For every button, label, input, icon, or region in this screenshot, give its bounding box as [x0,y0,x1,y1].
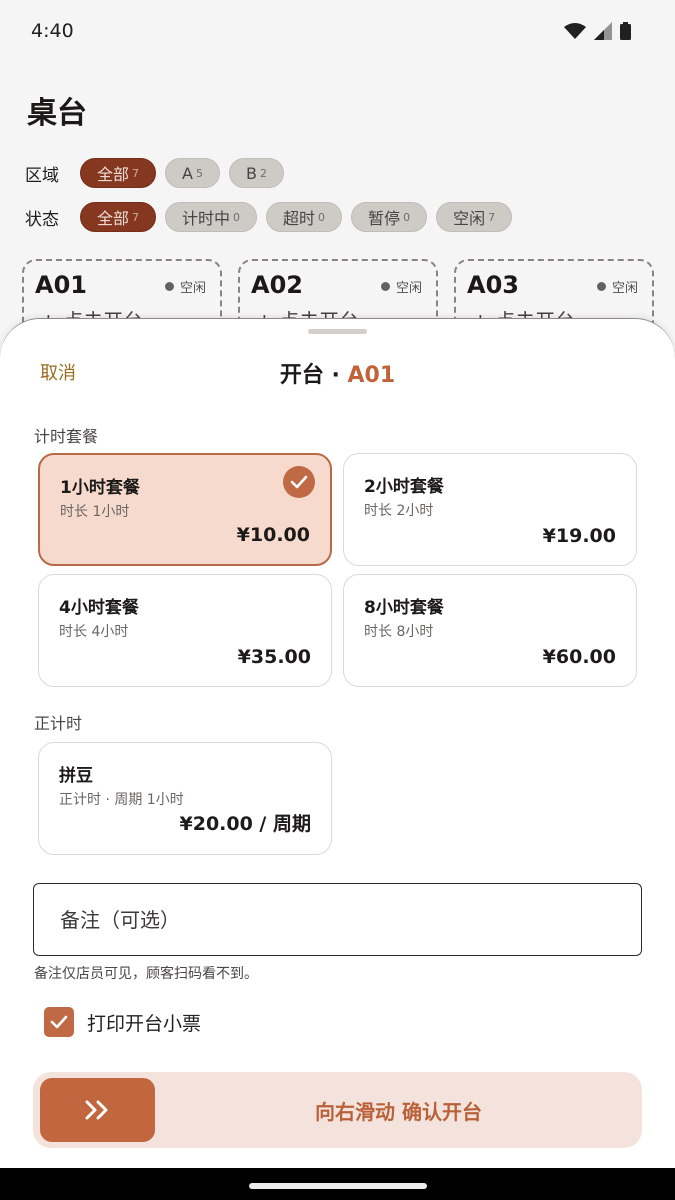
print-ticket-row[interactable]: 打印开台小票 [44,1007,201,1037]
package-name: 拼豆 [59,766,93,786]
package-card-1h[interactable]: 1小时套餐 时长 1小时 ¥10.00 [38,453,332,566]
package-name: 1小时套餐 [60,478,140,498]
slider-knob[interactable] [40,1078,155,1142]
system-nav-bar [0,1168,675,1200]
package-card-2h[interactable]: 2小时套餐 时长 2小时 ¥19.00 [343,453,637,566]
package-desc: 时长 1小时 [60,504,130,520]
print-ticket-checkbox[interactable] [44,1007,74,1037]
double-chevron-right-icon [85,1100,107,1120]
checkmark-icon [50,1015,68,1029]
open-table-sheet: 取消 开台 · A01 计时套餐 1小时套餐 时长 1小时 ¥10.00 2小时… [0,318,675,1170]
slider-label: 向右滑动 确认开台 [315,1100,482,1124]
print-ticket-label: 打印开台小票 [87,1012,202,1035]
package-name: 4小时套餐 [59,598,139,618]
sheet-title: 开台 · A01 [0,357,675,389]
count-up-section-label: 正计时 [34,714,83,733]
package-name: 2小时套餐 [364,477,444,497]
package-desc: 时长 8小时 [364,624,434,640]
package-name: 8小时套餐 [364,598,444,618]
sheet-title-prefix: 开台 · [279,363,348,388]
home-indicator[interactable] [249,1183,427,1189]
package-desc: 时长 4小时 [59,624,129,640]
package-price: ¥20.00 / 周期 [179,813,312,835]
sheet-table-id: A01 [347,363,396,388]
drag-handle[interactable] [308,329,367,334]
package-price: ¥35.00 [237,646,311,668]
note-input[interactable] [33,883,642,956]
package-price: ¥60.00 [542,646,616,668]
package-price: ¥10.00 [236,524,310,546]
selected-check-icon [283,466,315,498]
package-card-pindou[interactable]: 拼豆 正计时 · 周期 1小时 ¥20.00 / 周期 [38,742,332,855]
package-card-8h[interactable]: 8小时套餐 时长 8小时 ¥60.00 [343,574,637,687]
package-price: ¥19.00 [542,525,616,547]
slide-to-confirm[interactable]: 向右滑动 确认开台 [33,1072,642,1148]
timed-section-label: 计时套餐 [34,427,99,446]
package-card-4h[interactable]: 4小时套餐 时长 4小时 ¥35.00 [38,574,332,687]
package-desc: 正计时 · 周期 1小时 [59,792,184,808]
note-hint: 备注仅店员可见，顾客扫码看不到。 [34,966,258,982]
package-desc: 时长 2小时 [364,503,434,519]
